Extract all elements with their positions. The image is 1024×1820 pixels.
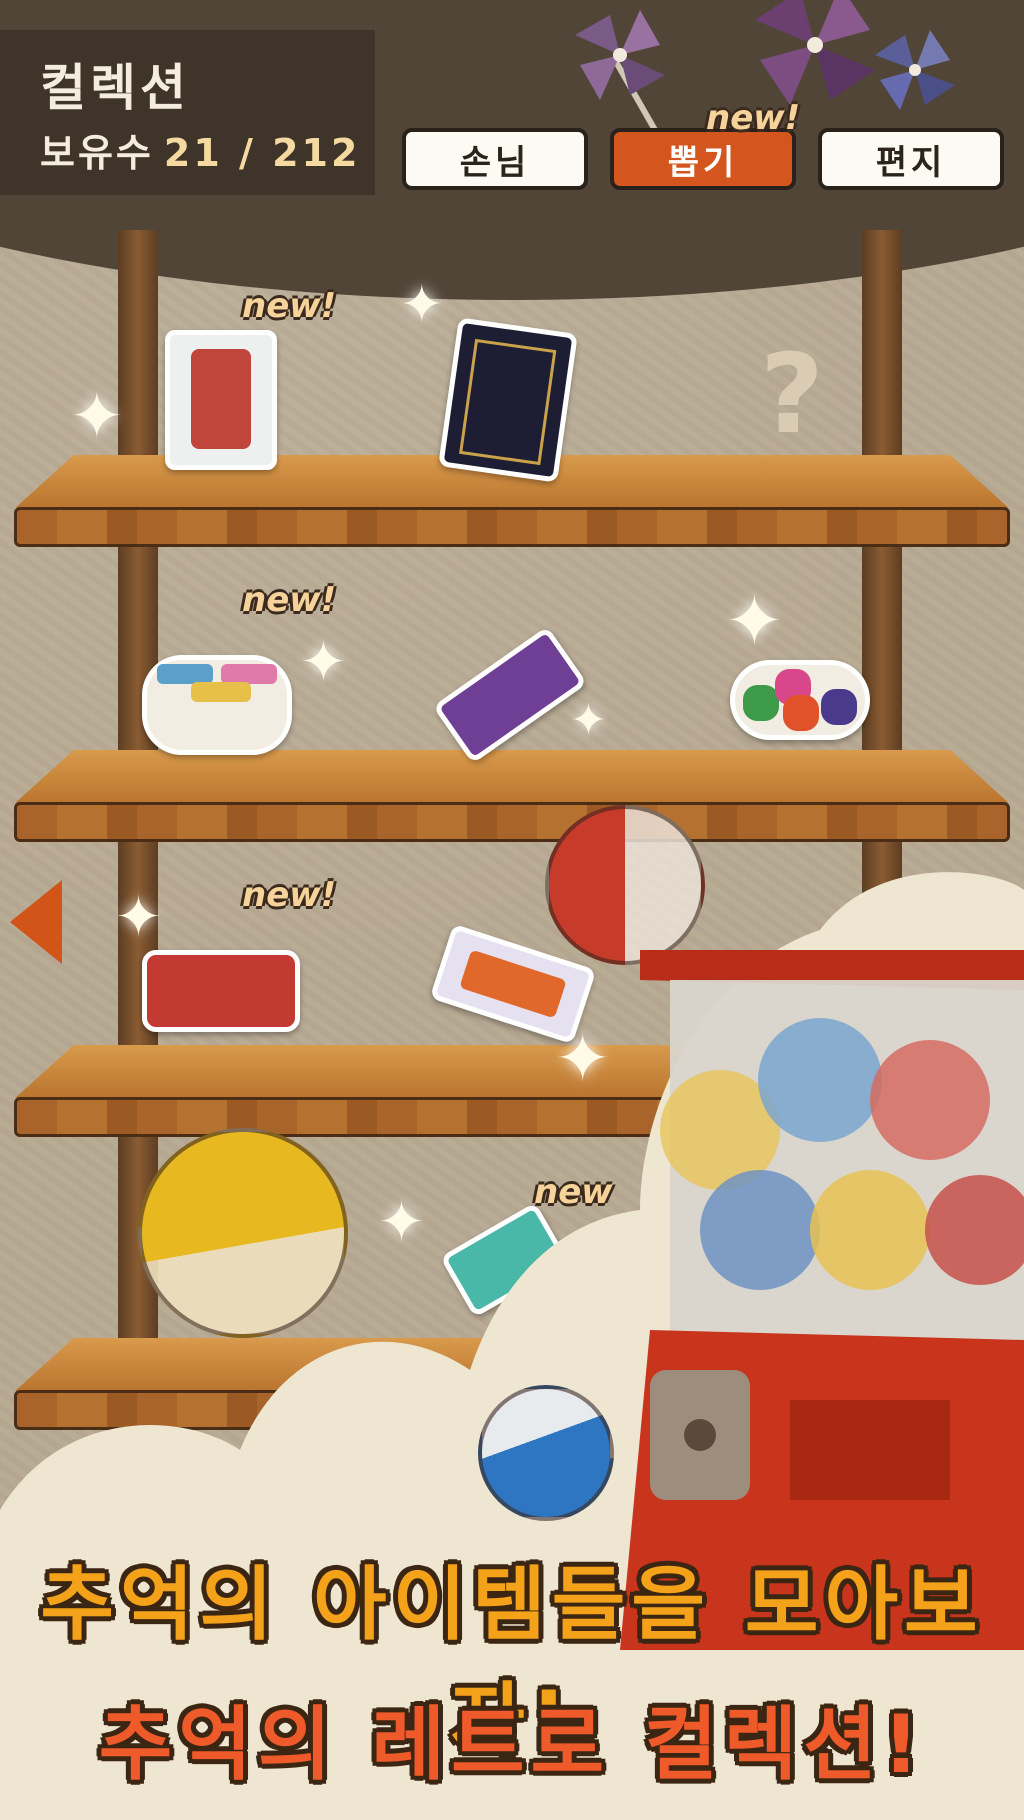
collection-item-yogurt-jars[interactable] bbox=[142, 655, 292, 755]
page-title: 컬렉션 bbox=[40, 59, 190, 117]
question-mark-icon[interactable]: ? bbox=[760, 330, 824, 458]
new-tag: new! bbox=[242, 286, 337, 326]
sparkle-icon: ✦ bbox=[300, 630, 347, 695]
new-tag: new! bbox=[242, 580, 337, 620]
collection-item-gumdrops[interactable] bbox=[730, 660, 870, 740]
owned-label: 보유수 bbox=[40, 131, 154, 175]
capsule-blue bbox=[478, 1385, 614, 1521]
sparkle-icon: ✦ bbox=[70, 380, 124, 454]
collection-item-snack-box[interactable] bbox=[165, 330, 277, 470]
shelf-2 bbox=[14, 750, 1010, 848]
collection-item-card-case[interactable] bbox=[438, 317, 578, 483]
slogan-line-2: 추억의 레트로 컬렉션! bbox=[98, 1698, 926, 1791]
sparkle-icon: ✦ bbox=[725, 580, 784, 662]
sparkle-icon: ✦ bbox=[570, 695, 607, 746]
owned-count-row: 보유수 21 / 212 bbox=[40, 122, 360, 177]
tab-letters[interactable]: 편지 bbox=[818, 128, 1004, 190]
owned-count: 21 / 212 bbox=[163, 131, 361, 175]
sparkle-icon: ✦ bbox=[400, 275, 444, 335]
tab-new-badge: new! bbox=[706, 98, 801, 138]
tab-guests[interactable]: 손님 bbox=[402, 128, 588, 190]
